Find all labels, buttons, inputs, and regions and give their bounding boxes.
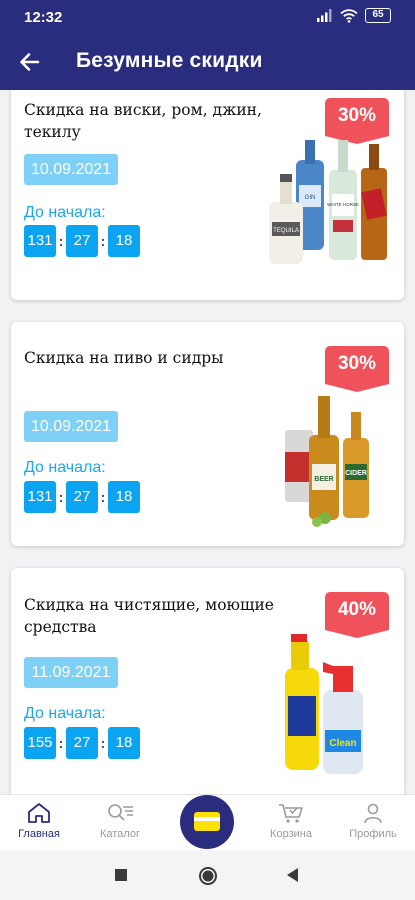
- timer-separator: :: [58, 489, 64, 505]
- nav-home-label: Главная: [18, 828, 60, 840]
- status-time: 12:32: [24, 9, 63, 26]
- cleaning-products-image: Clean: [285, 634, 363, 774]
- nav-profile[interactable]: Профиль: [338, 801, 408, 840]
- discount-badge: 40%: [325, 592, 389, 638]
- timer-hours: 131: [24, 481, 56, 513]
- profile-icon: [364, 803, 382, 824]
- timer-hours: 155: [24, 727, 56, 759]
- timer-separator: :: [100, 735, 106, 751]
- timer-separator: :: [58, 233, 64, 249]
- card-title: Скидка на чистящие, моющие средства: [24, 596, 274, 636]
- discount-card[interactable]: Скидка на пиво и сидры 30% 10.09.2021 До…: [11, 322, 404, 546]
- card-icon-stripe: [194, 817, 220, 821]
- catalog-search-icon: [108, 804, 133, 821]
- timer-minutes: 27: [66, 225, 98, 257]
- countdown-label: До начала:: [24, 705, 106, 722]
- card-title: Скидка на виски, ром, джин, текилу: [24, 101, 262, 141]
- beer-label: BEER: [314, 476, 333, 483]
- tequila-label: TEQUILA: [273, 228, 299, 234]
- discount-list[interactable]: Скидка на виски, ром, джин, текилу 30% 1…: [0, 90, 415, 794]
- system-navigation-bar: [0, 850, 415, 900]
- status-icons: 65: [317, 8, 391, 23]
- countdown-timer: 131 : 27 : 18: [24, 225, 140, 257]
- card-icon: [194, 812, 220, 831]
- timer-separator: :: [58, 735, 64, 751]
- timer-hours: 131: [24, 225, 56, 257]
- spirits-bottles-image: GIN WHITE HORSE TEQUILA: [269, 140, 387, 264]
- home-button-icon[interactable]: [198, 866, 218, 886]
- discount-badge: 30%: [325, 346, 389, 392]
- timer-minutes: 27: [66, 481, 98, 513]
- app-bar: Безумные скидки: [0, 34, 415, 90]
- countdown-timer: 131 : 27 : 18: [24, 481, 140, 513]
- page-title: Безумные скидки: [76, 49, 263, 72]
- nav-catalog-label: Каталог: [100, 828, 140, 840]
- timer-seconds: 18: [108, 727, 140, 759]
- nav-profile-label: Профиль: [349, 828, 397, 840]
- arrow-left-icon: [20, 53, 40, 71]
- status-bar: 12:32 65: [0, 0, 415, 34]
- signal-icon: [317, 9, 332, 22]
- cider-label: CIDER: [345, 470, 367, 477]
- card-title: Скидка на пиво и сидры: [24, 349, 224, 367]
- wifi-icon: [340, 8, 358, 23]
- timer-seconds: 18: [108, 225, 140, 257]
- battery-icon: 65: [365, 8, 391, 23]
- whisky-label: WHITE HORSE: [327, 202, 359, 207]
- beer-cider-image: BEER CIDER: [285, 396, 369, 527]
- date-badge: 11.09.2021: [24, 657, 118, 688]
- countdown-label: До начала:: [24, 204, 106, 221]
- discount-card[interactable]: Скидка на чистящие, моющие средства 40% …: [11, 568, 404, 794]
- nav-home[interactable]: Главная: [4, 801, 74, 840]
- date-badge: 10.09.2021: [24, 154, 118, 185]
- clean-label: Clean: [329, 738, 356, 749]
- back-button[interactable]: [16, 48, 44, 76]
- discount-card[interactable]: Скидка на виски, ром, джин, текилу 30% 1…: [11, 90, 404, 300]
- cart-icon: [279, 804, 303, 823]
- loyalty-card-button[interactable]: [180, 795, 234, 849]
- timer-minutes: 27: [66, 727, 98, 759]
- timer-separator: :: [100, 233, 106, 249]
- timer-separator: :: [100, 489, 106, 505]
- recent-apps-icon[interactable]: [114, 868, 128, 882]
- nav-catalog[interactable]: Каталог: [85, 801, 155, 840]
- countdown-label: До начала:: [24, 459, 106, 476]
- nav-cart[interactable]: Корзина: [256, 801, 326, 840]
- gin-label: GIN: [305, 195, 316, 201]
- back-triangle-icon[interactable]: [285, 867, 301, 883]
- countdown-timer: 155 : 27 : 18: [24, 727, 140, 759]
- home-icon: [28, 803, 50, 823]
- date-badge: 10.09.2021: [24, 411, 118, 442]
- nav-cart-label: Корзина: [270, 828, 312, 840]
- timer-seconds: 18: [108, 481, 140, 513]
